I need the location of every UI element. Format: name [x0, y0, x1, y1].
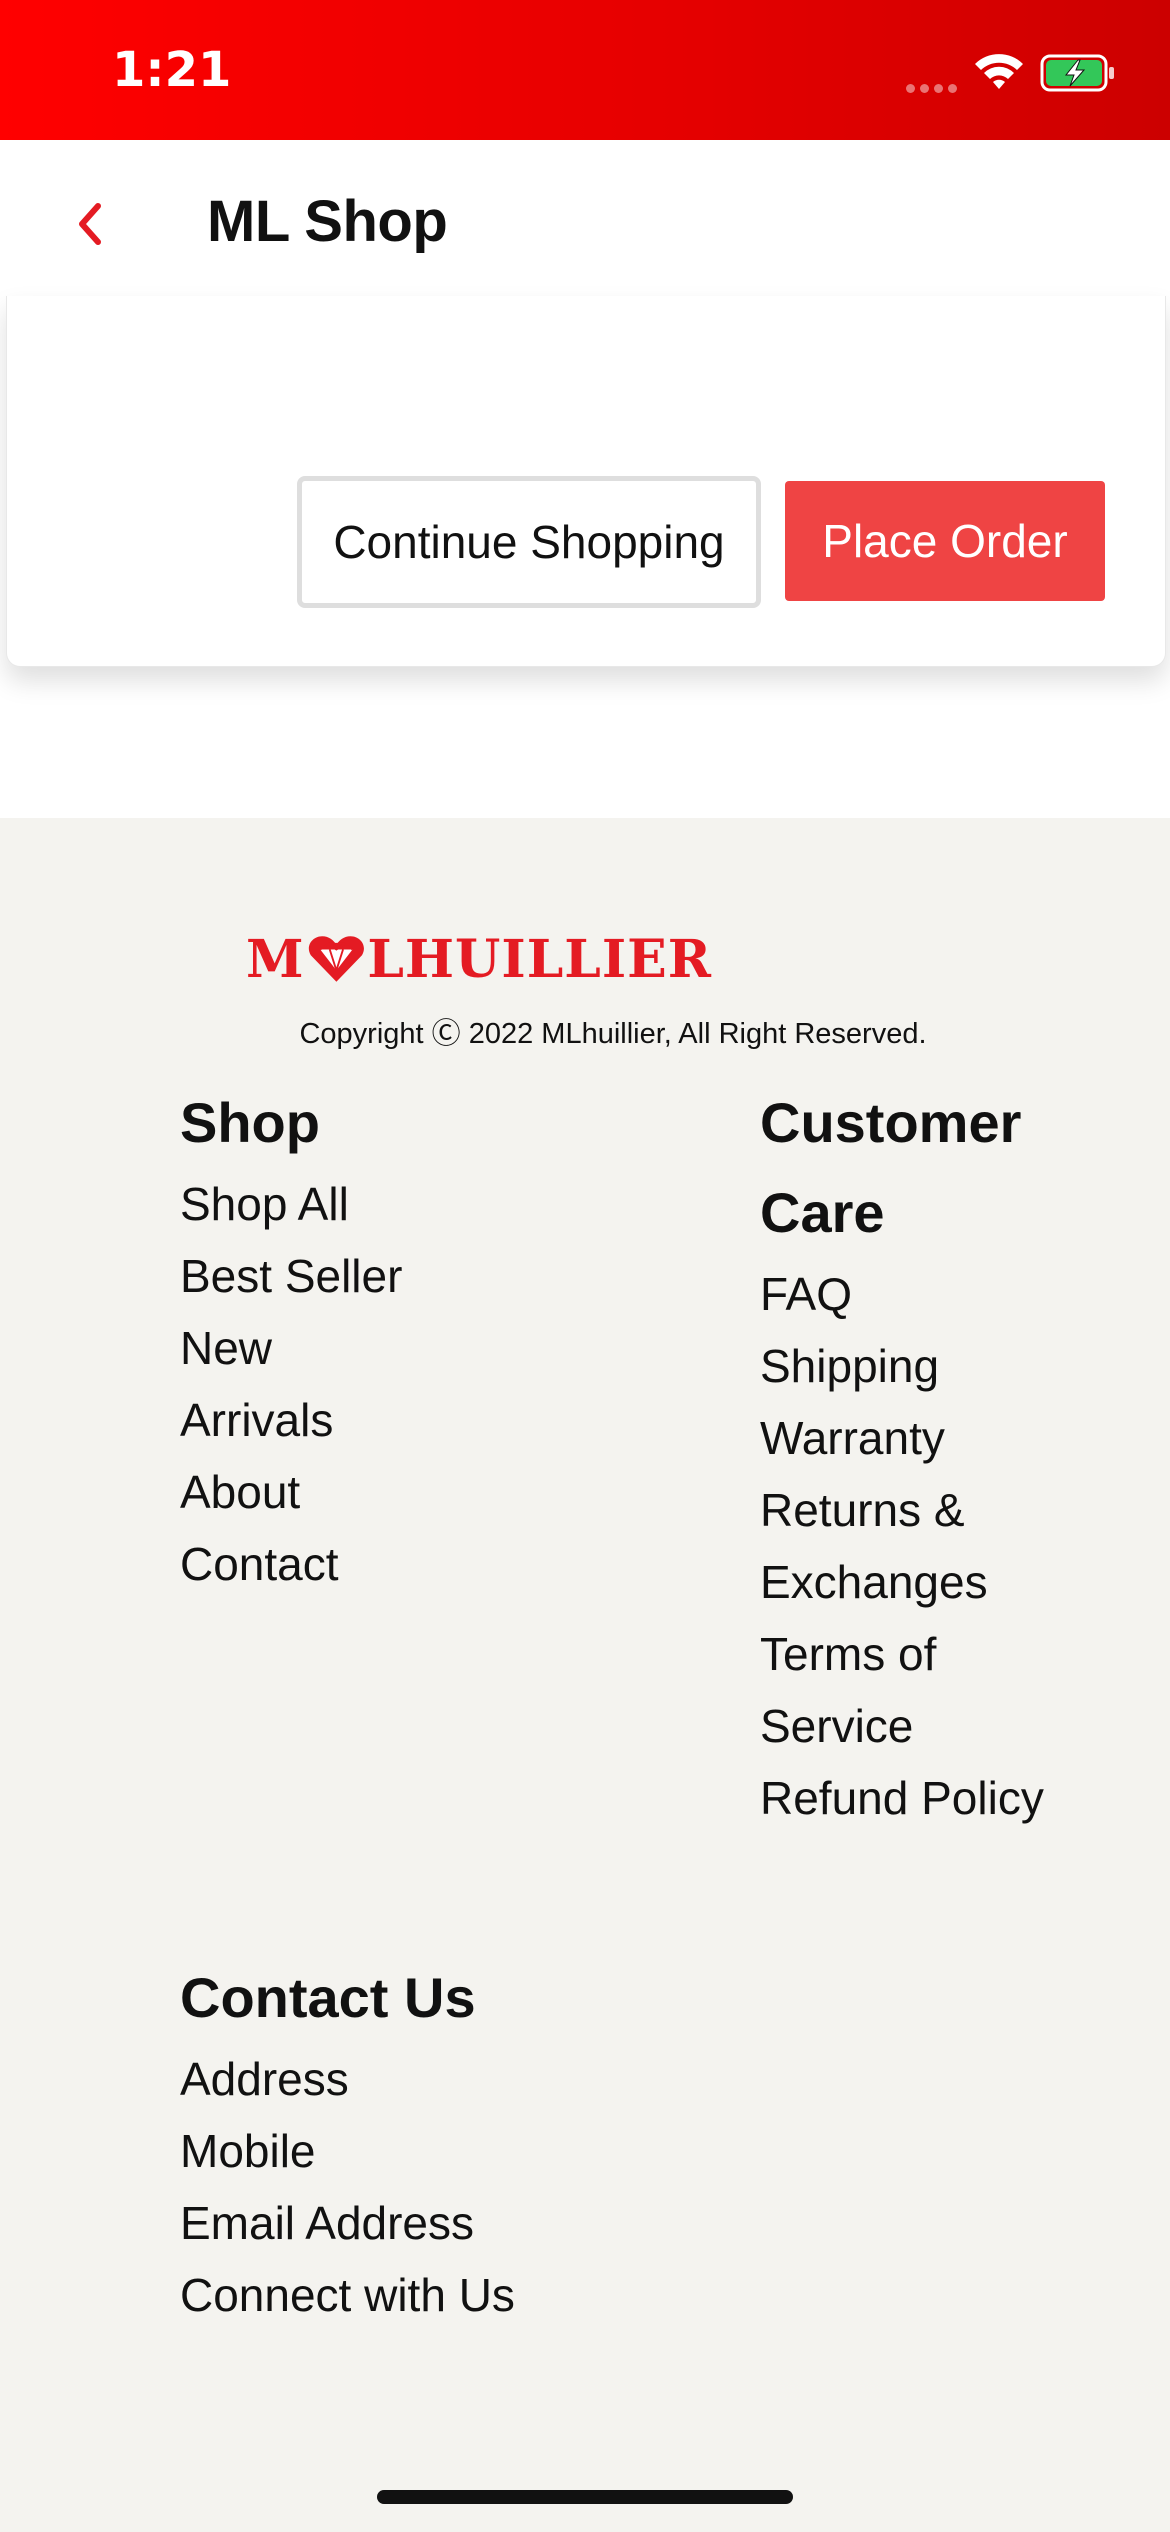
- footer-link-returns-exchanges[interactable]: Returns & Exchanges: [760, 1474, 1090, 1618]
- status-time: 1:21: [112, 42, 232, 98]
- footer-link-contact[interactable]: Contact: [180, 1528, 560, 1600]
- brand-logo: M LHUILLIER: [246, 928, 712, 990]
- app-header: ML Shop: [0, 140, 1170, 308]
- footer-link-shop-all[interactable]: Shop All: [180, 1168, 560, 1240]
- footer-link-shipping[interactable]: Shipping: [760, 1330, 1090, 1402]
- footer-link-mobile[interactable]: Mobile: [180, 2115, 780, 2187]
- footer-link-about[interactable]: About: [180, 1456, 560, 1528]
- back-button[interactable]: [62, 194, 118, 254]
- footer-contact-column: Contact Us Address Mobile Email Address …: [180, 1953, 780, 2331]
- wifi-icon: [975, 54, 1023, 89]
- footer-link-address[interactable]: Address: [180, 2043, 780, 2115]
- place-order-button[interactable]: Place Order: [785, 481, 1105, 601]
- shop-heading: Shop: [180, 1091, 320, 1154]
- page-title: ML Shop: [207, 189, 448, 254]
- footer-shop-column: Shop Shop All Best Seller New Arrivals A…: [180, 1078, 560, 1600]
- status-bar: 1:21: [0, 0, 1170, 140]
- footer-link-email-address[interactable]: Email Address: [180, 2187, 780, 2259]
- order-actions-card: Continue Shopping Place Order: [6, 296, 1166, 667]
- copyright-text: Copyright Ⓒ 2022 MLhuillier, All Right R…: [299, 1018, 927, 1050]
- customer-care-heading: Customer Care: [760, 1091, 1022, 1244]
- footer-link-new[interactable]: New: [180, 1312, 560, 1384]
- footer-link-faq[interactable]: FAQ: [760, 1258, 1090, 1330]
- footer-link-terms-of-service[interactable]: Terms of Service: [760, 1618, 1090, 1762]
- footer-link-arrivals[interactable]: Arrivals: [180, 1384, 560, 1456]
- chevron-left-icon: [79, 203, 101, 245]
- footer-link-connect-with-us[interactable]: Connect with Us: [180, 2259, 780, 2331]
- footer-link-best-seller[interactable]: Best Seller: [180, 1240, 560, 1312]
- contact-us-heading: Contact Us: [180, 1966, 476, 2029]
- continue-shopping-button[interactable]: Continue Shopping: [297, 476, 761, 608]
- cellular-signal-icon: [906, 80, 962, 98]
- home-indicator: [377, 2490, 793, 2504]
- footer-link-warranty[interactable]: Warranty: [760, 1402, 1090, 1474]
- footer-link-refund-policy[interactable]: Refund Policy: [760, 1762, 1090, 1834]
- diamond-heart-icon: [308, 936, 364, 982]
- battery-charging-icon: [1040, 54, 1114, 92]
- footer-customer-care-column: Customer Care FAQ Shipping Warranty Retu…: [760, 1078, 1090, 1834]
